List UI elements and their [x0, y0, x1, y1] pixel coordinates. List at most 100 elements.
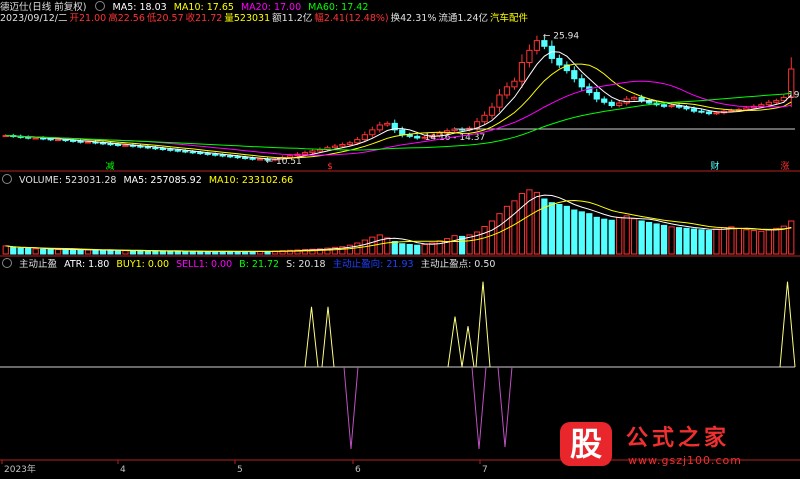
volume-bar [698, 229, 705, 255]
volume-bar [503, 205, 511, 255]
volume-bar [399, 243, 406, 255]
volume-bar [92, 249, 99, 255]
indicator-gear-icon[interactable] [2, 258, 12, 268]
float-value: 1.24亿 [457, 13, 489, 24]
atr-label: ATR: 1.80 [64, 259, 110, 270]
indicator-name: 主动止盈 [19, 259, 58, 270]
low-label: 低 [146, 13, 157, 24]
candle-body [309, 150, 316, 154]
candle-body [399, 129, 406, 136]
candle-body [212, 153, 219, 156]
candle-body [503, 86, 511, 96]
candle-body [189, 151, 196, 154]
event-mark: 涨 [780, 161, 789, 172]
volume-bar [788, 220, 795, 255]
volume-bar [406, 243, 413, 255]
volume-bar [593, 216, 600, 255]
candle-body [144, 146, 152, 149]
volume-bar [481, 226, 488, 255]
stop-spike [471, 366, 487, 449]
volume-bar [69, 249, 77, 255]
candle-body [414, 135, 421, 139]
volume-bar [40, 248, 47, 255]
candle-body [616, 102, 623, 107]
volume-bar [668, 226, 675, 255]
take-profit-spike [475, 281, 491, 368]
volume-gear-icon[interactable] [2, 174, 12, 184]
candle-body [518, 62, 526, 82]
chart-canvas[interactable]: ← 25.94← 10.5114.16 - 14.3719减 $ 财涨 2023年 4… [0, 0, 800, 475]
candle-body [758, 104, 765, 107]
open-value: 21.00 [78, 13, 107, 24]
candle-body [152, 147, 159, 150]
candle-body [533, 40, 541, 51]
amt-label: 额 [272, 13, 282, 24]
direction-label: 主动止盈向: 21.93 [332, 259, 414, 270]
volume-bar [32, 248, 39, 255]
point-label: 主动止盈点: 0.50 [420, 259, 496, 270]
volume-bar [533, 191, 541, 255]
watermark-url: www.gszj100.com [628, 454, 743, 467]
watermark: 股 公式之家 www.gszj100.com [556, 418, 800, 475]
x-tick-label: 5 [237, 465, 243, 475]
ma20-label: MA20: 17.00 [240, 2, 302, 13]
close-label: 收 [185, 13, 196, 24]
candle-body [631, 96, 638, 100]
chg-label: 幅 [314, 13, 324, 24]
volume-bar [728, 226, 735, 255]
volume-bar [496, 213, 503, 255]
stock-chart-window[interactable]: ← 25.94 ← 10.51 14.16 - 14.37 19 减 $ 财涨 2023年 4… [0, 0, 800, 475]
volume-bar [713, 228, 720, 255]
volume-bar [571, 209, 578, 255]
take-profit-spike [461, 326, 475, 368]
candle-body [197, 152, 204, 155]
volume-bar [638, 220, 645, 255]
s-label: S: 20.18 [286, 259, 326, 270]
volume-bar [182, 250, 189, 255]
candle-body [122, 144, 129, 147]
volume-bar [444, 238, 451, 255]
candle-body [84, 141, 92, 144]
volume-bar [735, 227, 743, 255]
stop-spike [497, 366, 513, 448]
volume-bar [137, 250, 144, 255]
volume-bar [690, 228, 698, 255]
volume-bar [77, 249, 84, 255]
quote-date: 2023/09/12/二 [0, 13, 68, 24]
candle-body [705, 111, 713, 115]
volume-bar [563, 205, 570, 255]
candle-body [526, 49, 533, 64]
candle-body [593, 92, 600, 100]
volume-bar [653, 223, 660, 255]
take-profit-spike [779, 281, 796, 368]
open-label: 开 [69, 13, 79, 24]
volume-bar [750, 230, 757, 255]
candle-body [346, 142, 353, 145]
panel-gear-icon[interactable] [95, 1, 106, 11]
quote-header: 2023/09/12/二 开21.00 高22.56 低20.57 收21.72 量523… [0, 13, 532, 25]
volume-bar [616, 216, 623, 255]
volume-bar [586, 213, 593, 255]
candle-body [107, 143, 114, 146]
b-label: B: 21.72 [239, 259, 280, 270]
buy1-label: BUY1: 0.00 [116, 259, 170, 270]
high-value: 22.56 [117, 13, 145, 24]
volume-bar [25, 248, 32, 255]
candle-body [174, 149, 181, 152]
candle-body [698, 110, 705, 113]
candle-body [159, 148, 166, 151]
volume-bars [2, 189, 795, 255]
candle-body [765, 101, 772, 106]
candle-body [713, 112, 720, 115]
volume-bar [152, 250, 159, 255]
stock-title: 德迈仕(日线 前复权) [0, 2, 87, 13]
candle-body [47, 138, 54, 141]
candle-body [773, 100, 780, 103]
volume-bar [645, 221, 653, 255]
candle-body [638, 96, 645, 102]
take-profit-spike [447, 316, 463, 368]
volume-ma5-label: MA5: 257085.92 [123, 175, 202, 186]
volume-bar [47, 248, 54, 255]
volume-bar [758, 230, 765, 255]
vol-value: 523031 [233, 13, 271, 24]
